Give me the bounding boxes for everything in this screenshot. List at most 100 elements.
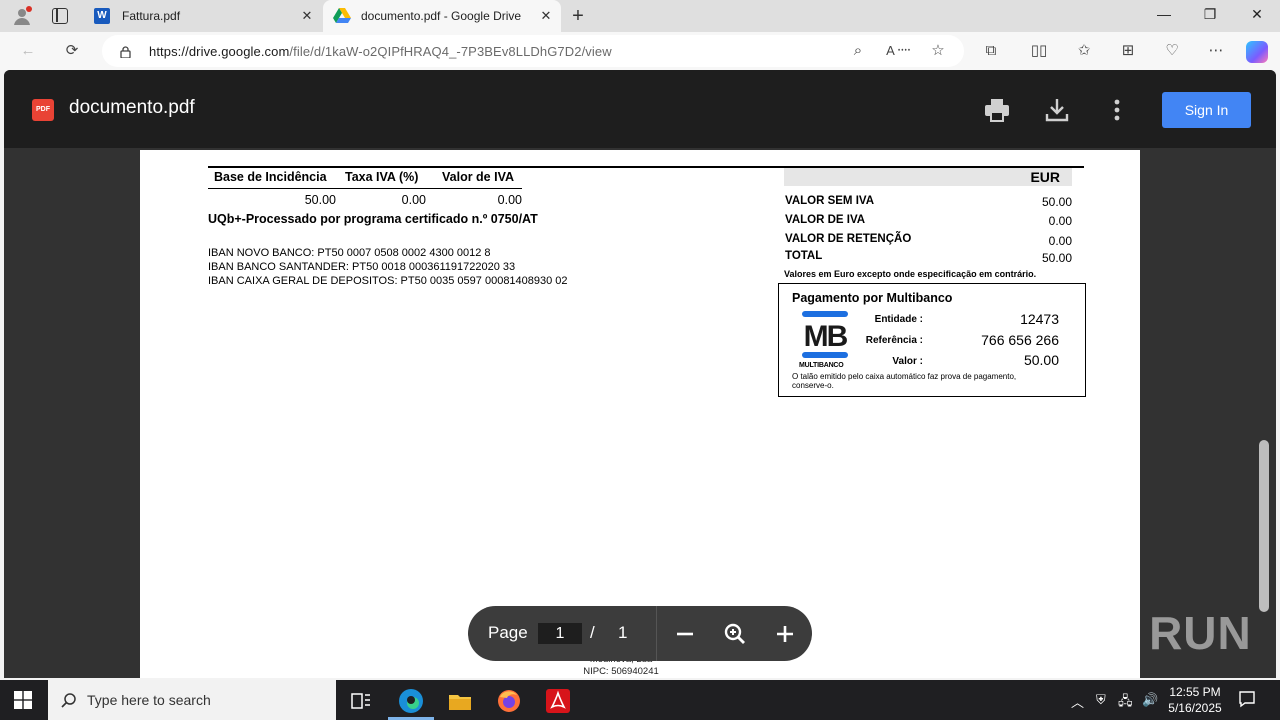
copilot-icon[interactable]	[1246, 41, 1268, 63]
tab-title: documento.pdf - Google Drive	[361, 9, 522, 23]
pdf-page: Base de Incidência Taxa IVA (%) Valor de…	[140, 150, 1140, 678]
referencia-label: Referência :	[865, 335, 923, 346]
divider	[656, 606, 657, 661]
referencia-value: 766 656 266	[981, 332, 1059, 348]
zoom-icon[interactable]: ⌕	[846, 40, 870, 62]
total-value: 50.00	[1041, 195, 1072, 209]
search-placeholder: Type here to search	[87, 692, 211, 708]
network-icon[interactable]: 🖧	[1118, 692, 1133, 714]
zoom-out-button[interactable]	[671, 620, 699, 648]
print-icon[interactable]	[983, 96, 1011, 124]
sign-in-button[interactable]: Sign In	[1162, 92, 1251, 128]
tab-google-drive[interactable]: documento.pdf - Google Drive ✕	[323, 0, 561, 32]
tray-chevron-icon[interactable]: ︿	[1071, 692, 1084, 711]
tab-actions-icon[interactable]	[52, 8, 68, 24]
valor-value: 50.00	[1023, 352, 1059, 368]
footer-nipc: NIPC: 506940241	[583, 666, 659, 677]
tab-bar: W Fattura.pdf ✕ documento.pdf - Google D…	[0, 0, 1280, 32]
header-base-incidencia: Base de Incidência	[214, 170, 327, 184]
maximize-icon[interactable]: ❐	[1198, 6, 1222, 23]
watermark: ANY RUN	[1036, 607, 1252, 659]
total-value: 0.00	[1048, 214, 1072, 228]
total-label: VALOR DE RETENÇÃO	[785, 233, 912, 245]
url-text: https://drive.google.com/file/d/1kaW-o2Q…	[149, 44, 612, 59]
currency-header: EUR	[784, 168, 1072, 186]
total-label: TOTAL	[785, 250, 823, 262]
favorites-icon[interactable]: ✩	[1072, 40, 1096, 62]
task-view-icon[interactable]	[348, 688, 374, 714]
multibanco-payment-box: Pagamento por Multibanco MB MULTIBANCO E…	[778, 283, 1086, 397]
profile-icon[interactable]	[12, 6, 32, 26]
word-icon: W	[94, 8, 110, 24]
drive-icon	[333, 8, 351, 24]
edge-browser-icon[interactable]	[398, 688, 424, 714]
split-screen-icon[interactable]: ▯▯	[1027, 40, 1051, 62]
taskbar-search[interactable]: Type here to search	[48, 680, 336, 720]
favorite-star-icon[interactable]: ☆	[926, 40, 950, 62]
close-tab-icon[interactable]: ✕	[537, 7, 555, 25]
iban-line: IBAN CAIXA GERAL DE DEPOSITOS: PT50 0035…	[208, 275, 568, 287]
clock-date: 5/16/2025	[1168, 701, 1222, 715]
read-aloud-icon[interactable]: A᠁	[886, 40, 910, 62]
collections-icon[interactable]: ⊞	[1116, 40, 1140, 62]
value-valor-iva: 0.00	[497, 193, 522, 207]
header-valor-iva: Valor de IVA	[442, 170, 515, 184]
page-total: 1	[618, 623, 628, 642]
clock-time: 12:55 PM	[1169, 685, 1221, 699]
page-navigation: Page 1 / 1	[468, 606, 812, 661]
close-tab-icon[interactable]: ✕	[298, 7, 316, 25]
entidade-value: 12473	[1020, 311, 1059, 327]
multibanco-title: Pagamento por Multibanco	[792, 291, 953, 305]
iban-line: IBAN BANCO SANTANDER: PT50 0018 00036119…	[208, 261, 516, 273]
windows-start-icon[interactable]	[14, 691, 32, 709]
notifications-icon[interactable]	[1238, 690, 1256, 708]
close-window-icon[interactable]: ✕	[1245, 6, 1269, 23]
url-path: /file/d/1kaW-o2QIPfHRAQ4_-7P3BEv8LLDhG7D…	[289, 44, 612, 59]
refresh-icon[interactable]: ⟳	[60, 40, 84, 62]
lock-icon[interactable]	[120, 45, 131, 59]
zoom-in-button[interactable]	[771, 620, 799, 648]
back-icon[interactable]: ←	[16, 40, 40, 62]
minimize-icon[interactable]: —	[1152, 6, 1176, 22]
volume-icon[interactable]: 🔊	[1142, 692, 1158, 708]
iban-line: IBAN NOVO BANCO: PT50 0007 0508 0002 430…	[208, 247, 491, 259]
currency-label: EUR	[1030, 169, 1060, 185]
tab-fattura[interactable]: W Fattura.pdf ✕	[84, 0, 320, 32]
system-clock[interactable]: 12:55 PM 5/16/2025	[1164, 684, 1226, 716]
page-number-input[interactable]: 1	[538, 623, 582, 644]
more-options-icon[interactable]: ⋯	[1204, 40, 1228, 62]
document-title: documento.pdf	[69, 97, 195, 118]
value-taxa-iva: 0.00	[401, 193, 426, 207]
browser-essentials-icon[interactable]: ♡	[1160, 40, 1184, 62]
acrobat-reader-icon[interactable]	[545, 688, 571, 714]
file-explorer-icon[interactable]	[447, 688, 473, 714]
extensions-icon[interactable]: ⧉	[979, 40, 1003, 62]
zoom-reset-icon[interactable]	[721, 620, 749, 648]
valor-label: Valor :	[892, 356, 923, 367]
page-separator: /	[590, 623, 595, 642]
header-taxa-iva: Taxa IVA (%)	[345, 170, 419, 184]
drive-pdf-viewer: PDF documento.pdf Sign In Base de Incidê…	[4, 70, 1276, 678]
value-base-incidencia: 50.00	[304, 193, 336, 207]
viewer-header: PDF documento.pdf Sign In	[4, 70, 1276, 148]
new-tab-button[interactable]: +	[567, 6, 589, 28]
taskbar: Type here to search ︿ ⛨ 🖧 🔊 12:55 PM 5/1…	[0, 680, 1280, 720]
address-bar[interactable]: https://drive.google.com/file/d/1kaW-o2Q…	[102, 35, 964, 67]
total-label: VALOR SEM IVA	[785, 195, 875, 207]
security-icon[interactable]: ⛨	[1096, 692, 1106, 708]
scrollbar[interactable]	[1259, 440, 1269, 612]
multibanco-footer-note: O talão emitido pelo caixa automático fa…	[792, 372, 1017, 390]
multibanco-caption: MULTIBANCO	[799, 362, 844, 369]
entidade-label: Entidade :	[874, 314, 923, 325]
total-label: VALOR DE IVA	[785, 214, 866, 226]
multibanco-logo-text: MB	[804, 320, 848, 353]
pdf-file-icon: PDF	[32, 99, 54, 121]
total-value: 50.00	[1041, 251, 1072, 265]
more-actions-icon[interactable]	[1103, 96, 1131, 124]
download-icon[interactable]	[1043, 96, 1071, 124]
search-icon	[61, 692, 77, 708]
tab-title: Fattura.pdf	[122, 9, 181, 23]
divider	[208, 188, 522, 189]
page-label: Page	[488, 623, 528, 642]
firefox-icon[interactable]	[496, 688, 522, 714]
